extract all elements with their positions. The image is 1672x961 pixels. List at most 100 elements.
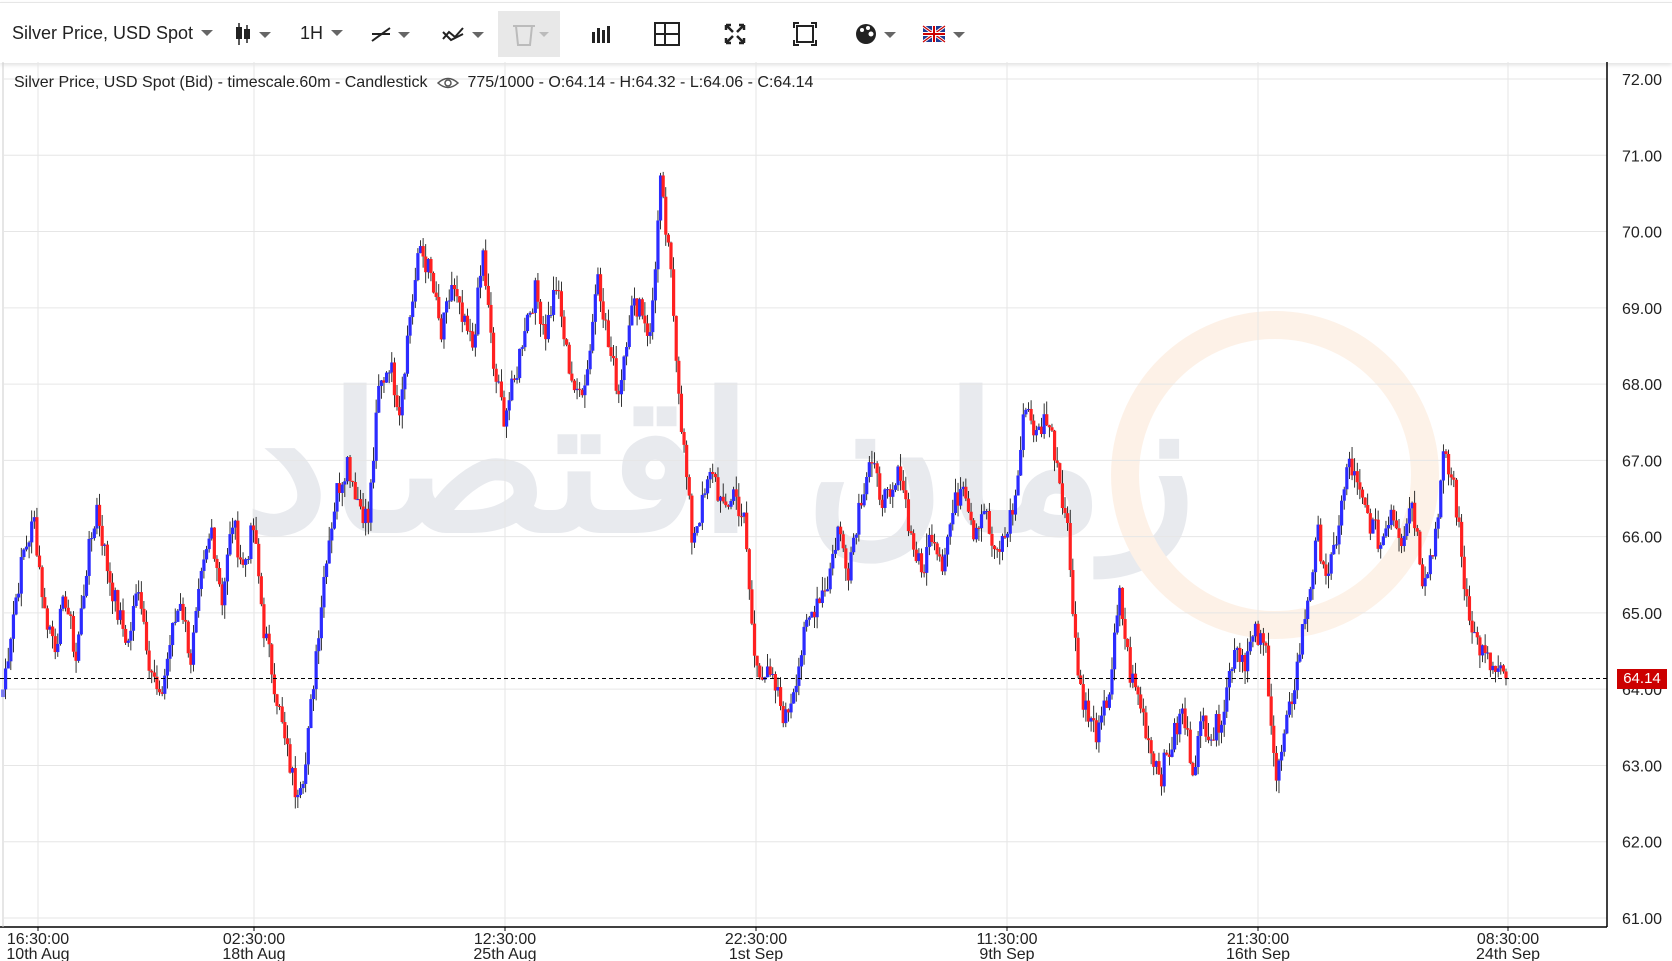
candle-body [1282,733,1286,752]
candle-body [17,593,21,598]
candle-body [24,546,29,550]
candle-body [285,738,290,745]
candle-body [171,622,175,646]
candle-body [1334,544,1338,546]
candle-body [416,253,420,281]
candle-body [202,559,206,572]
candle-body [35,517,39,556]
candle-body [358,499,363,507]
candle-body [565,339,569,345]
y-tick-label: 62.00 [1622,835,1662,852]
candle-body [97,504,102,526]
candle-body [1423,578,1427,587]
candle-body [562,316,566,340]
candle-body [121,610,125,629]
candle-body [1470,620,1474,633]
candle-body [4,668,8,690]
candle-body [272,674,276,695]
candle-body [729,500,733,507]
candle-body [319,607,323,639]
candle-body [437,296,441,319]
candle-body [935,543,939,555]
candle-body [384,372,389,383]
candle-body [14,597,18,615]
candle-body [147,650,151,671]
candle-body [622,356,626,381]
candle-body [1418,531,1422,565]
candle-body [1467,596,1472,621]
candle-body [327,540,331,564]
candle-body [1251,636,1255,642]
candle-body [1013,495,1018,515]
candle-body [828,568,832,590]
candle-body [1079,675,1083,685]
candle-body [912,533,916,550]
candle-body [752,623,757,656]
candle-body [301,783,305,789]
candle-body [1446,453,1451,475]
candle-body [1050,427,1054,431]
candle-body [932,541,937,544]
candle-body [371,460,376,483]
candle-body [442,312,446,340]
candle-body [152,672,156,677]
watermark-logo: زمان اقتصاد [244,311,1439,639]
candle-body [87,538,91,576]
candle-body [1381,536,1385,546]
candle-body [1076,637,1080,676]
current-price-label: 64.14 [1617,668,1667,689]
candle-body [228,534,232,555]
candle-body [1120,587,1125,620]
y-tick-label: 71.00 [1622,148,1662,165]
candle-body [1277,760,1281,781]
candle-body [1465,589,1469,597]
candle-body [1144,712,1148,739]
candle-body [570,373,574,381]
candle-body [452,284,457,290]
candle-body [1337,525,1341,545]
candle-body [807,617,811,620]
candle-body [1170,749,1174,757]
candle-body [1363,497,1367,505]
candle-body [825,589,830,592]
candle-body [1433,528,1438,557]
candle-body [1196,735,1200,768]
candle-body [1319,524,1323,562]
candle-body [251,525,256,531]
candle-body [1073,614,1078,638]
candle-body [267,633,271,645]
candle-body [351,480,355,483]
candle-body [1162,752,1166,787]
candle-body [249,525,253,560]
candle-body [82,595,86,609]
candle-body [473,334,477,348]
candle-body [802,626,806,656]
candle-body [168,645,172,659]
y-tick-label: 72.00 [1622,72,1662,89]
candle-body [1298,654,1302,662]
candle-body [1340,500,1344,526]
candle-body [546,315,550,340]
candle-body [559,291,564,317]
candle-body [538,301,543,325]
candle-body [1454,479,1459,518]
candle-body [37,555,42,568]
candle-body [1248,641,1252,652]
candle-body [447,300,451,302]
candle-body [551,289,556,315]
eye-icon[interactable] [437,76,460,90]
candle-body [176,610,180,622]
candle-body [129,630,133,641]
candle-body [974,527,978,540]
candle-body [369,482,373,523]
candle-body [1295,661,1299,691]
candle-body [747,549,751,590]
candle-body [1342,489,1346,501]
candle-body [50,626,55,637]
price-chart[interactable]: زمان اقتصاد 72.00 71.00 70.00 69.00 68.00 67.… [0,0,1672,961]
candle-body [724,501,728,506]
candle-body [58,608,63,644]
candle-body [215,558,219,569]
candle-body [549,314,553,316]
candle-body [614,358,618,391]
